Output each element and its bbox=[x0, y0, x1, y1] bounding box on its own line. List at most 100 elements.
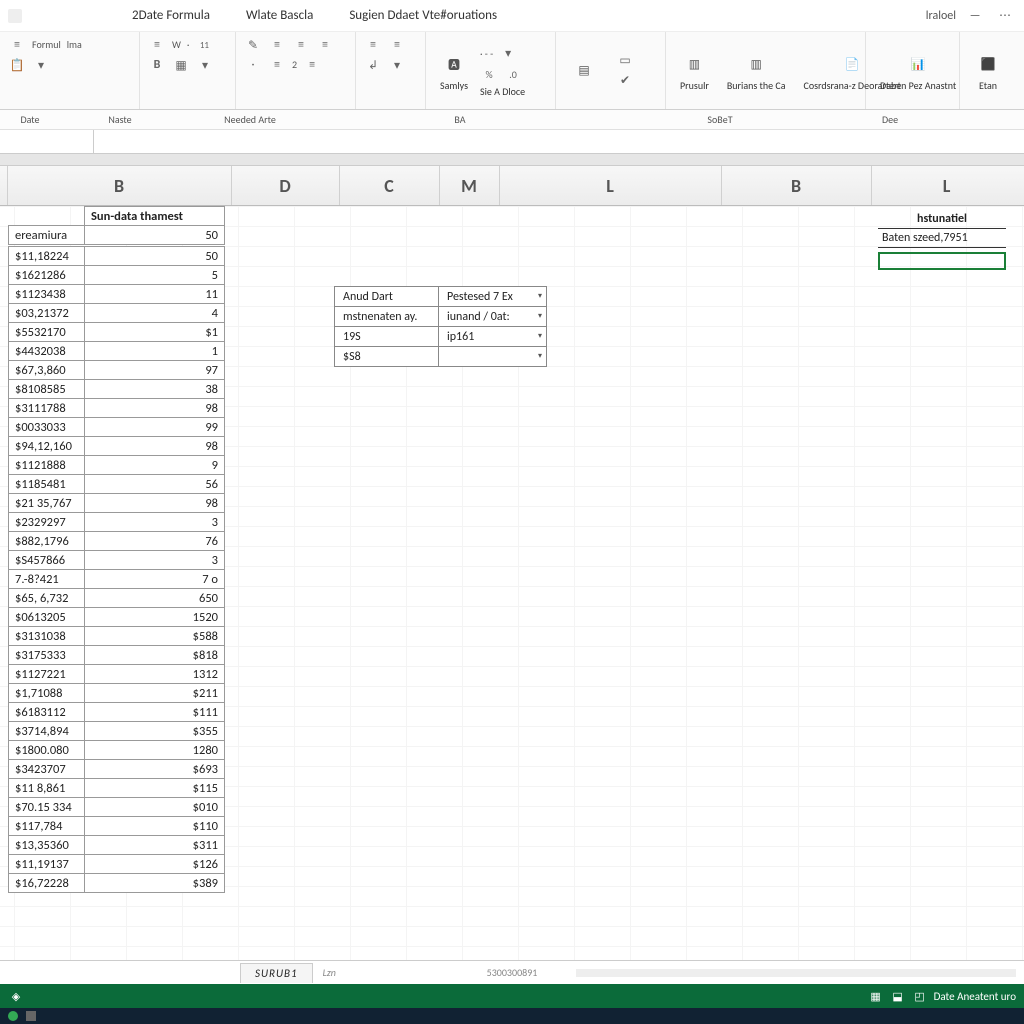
cell[interactable]: 19S bbox=[335, 327, 439, 347]
name-box[interactable] bbox=[0, 130, 94, 153]
bold-icon[interactable]: B bbox=[148, 56, 166, 74]
cell[interactable]: $1121888 bbox=[9, 456, 85, 475]
cell-dropdown[interactable]: Pestesed 7 Ex bbox=[439, 287, 547, 307]
cell[interactable]: $S457866 bbox=[9, 551, 85, 570]
cell[interactable]: $818 bbox=[85, 646, 225, 665]
cell[interactable]: $115 bbox=[85, 779, 225, 798]
addins-icon[interactable]: ⬛ bbox=[974, 51, 1002, 79]
cell[interactable]: $70.15 334 bbox=[9, 798, 85, 817]
view-pagebreak-icon[interactable]: ◰ bbox=[912, 988, 928, 1004]
cell[interactable]: $111 bbox=[85, 703, 225, 722]
cell[interactable]: $11,19137 bbox=[9, 855, 85, 874]
chevron-down-icon[interactable]: ▾ bbox=[196, 56, 214, 74]
cell[interactable]: $355 bbox=[85, 722, 225, 741]
cell[interactable]: $126 bbox=[85, 855, 225, 874]
cell[interactable]: $11 8,861 bbox=[9, 779, 85, 798]
active-cell-selection[interactable] bbox=[878, 252, 1006, 270]
cell[interactable]: 98 bbox=[85, 494, 225, 513]
align-icon[interactable]: ≡ bbox=[388, 36, 406, 54]
cell[interactable]: 4 bbox=[85, 304, 225, 323]
cell[interactable]: $3131038 bbox=[9, 627, 85, 646]
cell[interactable]: 1 bbox=[85, 342, 225, 361]
cell-insert-icon[interactable]: ▥ bbox=[680, 51, 708, 79]
cell[interactable]: $3423707 bbox=[9, 760, 85, 779]
align-icon[interactable]: ≡ bbox=[364, 36, 382, 54]
brush-icon[interactable]: ✎ bbox=[244, 36, 262, 54]
cell[interactable]: $94,12,160 bbox=[9, 437, 85, 456]
ribbon-tab[interactable]: Sugien Ddaet Vte#oruations bbox=[349, 8, 497, 23]
cell[interactable]: 50 bbox=[85, 247, 225, 266]
align-icon[interactable]: ≡ bbox=[268, 56, 286, 74]
cell[interactable]: $1123438 bbox=[9, 285, 85, 304]
cell-dropdown[interactable]: iunand / 0at: bbox=[439, 307, 547, 327]
border-icon[interactable]: ▦ bbox=[172, 56, 190, 74]
cell[interactable]: 98 bbox=[85, 437, 225, 456]
cell[interactable]: 50 bbox=[85, 226, 225, 245]
task-icon[interactable] bbox=[26, 1011, 36, 1021]
cell[interactable]: $3714,894 bbox=[9, 722, 85, 741]
cell[interactable]: $S8 bbox=[335, 347, 439, 367]
percent-icon[interactable]: % bbox=[480, 66, 498, 84]
cell[interactable]: $16,72228 bbox=[9, 874, 85, 893]
cell[interactable]: Anud Dart bbox=[335, 287, 439, 307]
wrap-icon[interactable]: ↲ bbox=[364, 56, 382, 74]
column-header-a[interactable]: ereamiura bbox=[9, 226, 85, 245]
cell[interactable]: 7 o bbox=[85, 570, 225, 589]
align-icon[interactable]: ≡ bbox=[316, 36, 334, 54]
format-icon[interactable]: ▭ bbox=[616, 52, 634, 70]
cell[interactable]: $11,18224 bbox=[9, 247, 85, 266]
cell[interactable]: 7.-8?421 bbox=[9, 570, 85, 589]
formula-input[interactable] bbox=[94, 130, 1024, 153]
align-icon[interactable]: ≡ bbox=[303, 56, 321, 74]
decimal-icon[interactable]: .0 bbox=[504, 66, 522, 84]
cell[interactable]: $0033033 bbox=[9, 418, 85, 437]
cell[interactable]: 97 bbox=[85, 361, 225, 380]
column-header[interactable]: L bbox=[500, 166, 722, 205]
ribbon-tab[interactable]: Wlate Bascla bbox=[246, 8, 313, 23]
column-header[interactable]: B bbox=[8, 166, 232, 205]
column-header[interactable]: M bbox=[440, 166, 500, 205]
column-header[interactable]: B bbox=[722, 166, 872, 205]
cell[interactable]: 11 bbox=[85, 285, 225, 304]
cell-delete-icon[interactable]: ▥ bbox=[742, 51, 770, 79]
cell[interactable]: 1312 bbox=[85, 665, 225, 684]
align-icon[interactable]: ≡ bbox=[268, 36, 286, 54]
insert-icon[interactable]: ▤ bbox=[570, 57, 598, 85]
paste-icon[interactable]: 📋 bbox=[8, 56, 26, 74]
styles-icon[interactable]: 🅰 bbox=[440, 51, 468, 79]
analysis-icon[interactable]: 📊 bbox=[904, 51, 932, 79]
cell[interactable]: $5532170 bbox=[9, 323, 85, 342]
merge-icon[interactable]: ▾ bbox=[388, 56, 406, 74]
cell[interactable]: mstnenaten ay. bbox=[335, 307, 439, 327]
sheet-tab-active[interactable]: SURUB1 bbox=[240, 963, 313, 983]
cell-dropdown[interactable]: ip161 bbox=[439, 327, 547, 347]
column-header[interactable]: C bbox=[340, 166, 440, 205]
cell[interactable]: $03,21372 bbox=[9, 304, 85, 323]
cell[interactable]: $1 bbox=[85, 323, 225, 342]
cell[interactable]: 3 bbox=[85, 551, 225, 570]
cell[interactable]: 650 bbox=[85, 589, 225, 608]
cell[interactable]: $13,35360 bbox=[9, 836, 85, 855]
cell[interactable]: $2329297 bbox=[9, 513, 85, 532]
view-normal-icon[interactable]: ▦ bbox=[868, 988, 884, 1004]
cell[interactable]: 1520 bbox=[85, 608, 225, 627]
cell[interactable]: $211 bbox=[85, 684, 225, 703]
cell[interactable]: $67,3,860 bbox=[9, 361, 85, 380]
view-layout-icon[interactable]: ⬓ bbox=[890, 988, 906, 1004]
cell[interactable]: $1,71088 bbox=[9, 684, 85, 703]
cell[interactable]: 5 bbox=[85, 266, 225, 285]
cell[interactable]: $65, 6,732 bbox=[9, 589, 85, 608]
cell[interactable]: $1800.080 bbox=[9, 741, 85, 760]
cell-dropdown[interactable] bbox=[439, 347, 547, 367]
cell[interactable]: $882,1796 bbox=[9, 532, 85, 551]
window-minimize-button[interactable]: — bbox=[964, 9, 986, 23]
font-size-icon[interactable]: 11 bbox=[195, 36, 213, 54]
sheet-tab[interactable]: Lzn bbox=[313, 963, 346, 982]
column-header[interactable]: L bbox=[872, 166, 1022, 205]
cell[interactable]: $3175333 bbox=[9, 646, 85, 665]
cell[interactable]: $21 35,767 bbox=[9, 494, 85, 513]
cell[interactable]: $8108585 bbox=[9, 380, 85, 399]
cell-format-icon[interactable]: 📄 bbox=[838, 51, 866, 79]
cell[interactable]: $693 bbox=[85, 760, 225, 779]
align-left-icon[interactable]: ≡ bbox=[8, 36, 26, 54]
